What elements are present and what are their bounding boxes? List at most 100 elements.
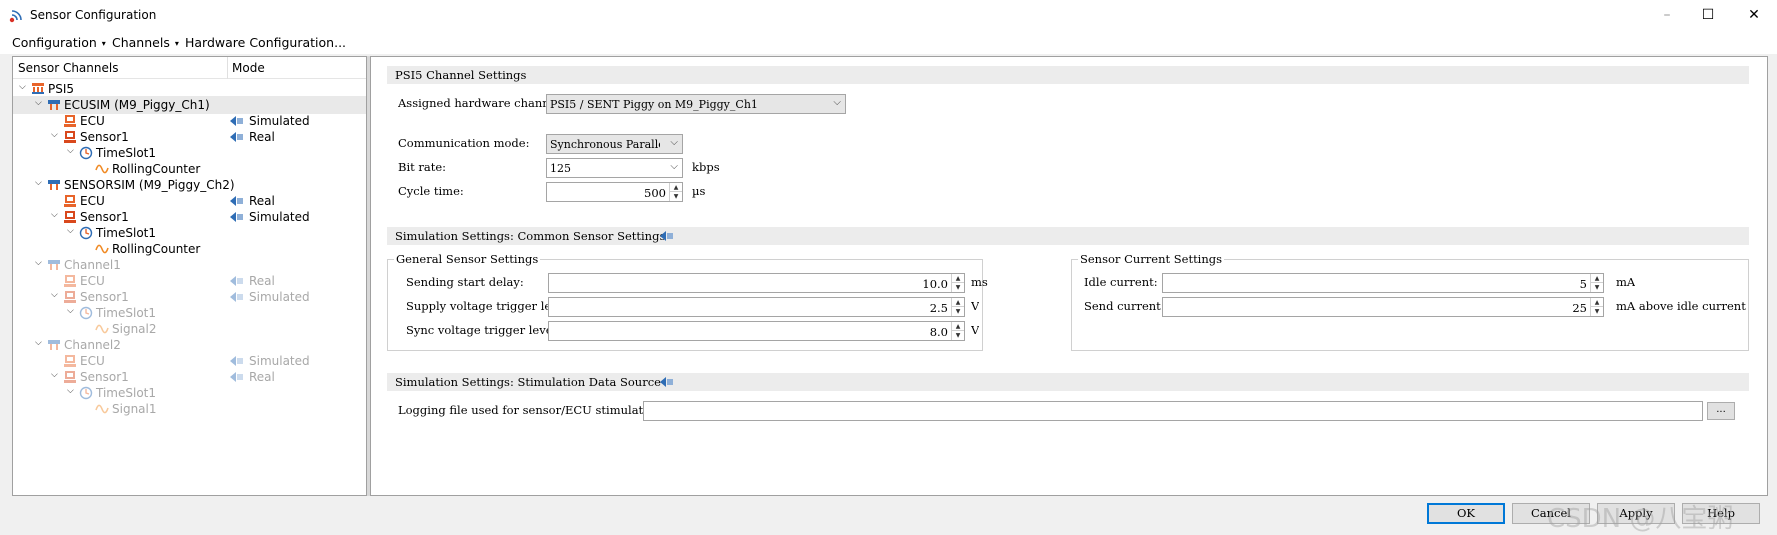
supply-trigger-value: 2.5 <box>929 301 948 315</box>
send-current-spinbox[interactable]: 25 ▲ ▼ <box>1162 297 1604 317</box>
expand-chevron-icon[interactable]: ⌵ <box>35 338 45 348</box>
ecu-icon <box>63 194 77 208</box>
window-title: Sensor Configuration <box>30 8 157 22</box>
spin-buttons: ▲ ▼ <box>951 298 964 316</box>
menu-channels[interactable]: Channels ▾ <box>112 35 179 50</box>
expand-chevron-icon[interactable]: ⌵ <box>67 386 77 396</box>
column-header-channels[interactable]: Sensor Channels <box>18 61 118 75</box>
supply-trigger-unit: V <box>971 299 980 313</box>
expand-chevron-icon[interactable]: ⌵ <box>51 370 61 380</box>
logfile-input[interactable] <box>643 401 1703 421</box>
spin-down-icon[interactable]: ▼ <box>952 331 964 340</box>
tree-item-label: ECUSIM (M9_Piggy_Ch1) <box>64 98 210 112</box>
tree-item-mode: Simulated <box>249 354 310 368</box>
send-delay-spinbox[interactable]: 10.0 ▲ ▼ <box>548 273 965 293</box>
spin-down-icon[interactable]: ▼ <box>1591 283 1603 292</box>
close-button[interactable]: ✕ <box>1731 0 1777 30</box>
spin-up-icon[interactable]: ▲ <box>952 274 964 283</box>
spin-buttons: ▲ ▼ <box>1590 274 1603 292</box>
column-separator[interactable] <box>227 57 228 79</box>
expand-chevron-icon[interactable]: ⌵ <box>67 146 77 156</box>
stimulation-settings-header: Simulation Settings: Stimulation Data So… <box>387 373 1749 391</box>
mode-icon <box>229 275 245 287</box>
idle-current-unit: mA <box>1616 275 1636 289</box>
minimize-button[interactable]: – <box>1644 0 1690 30</box>
spin-buttons: ▲ ▼ <box>1590 298 1603 316</box>
expand-chevron-icon[interactable]: ⌵ <box>35 178 45 188</box>
comm-mode-value: Synchronous Paralle <box>550 138 660 151</box>
send-delay-unit: ms <box>971 275 988 289</box>
menu-hardware-configuration[interactable]: Hardware Configuration... <box>185 35 346 50</box>
expand-chevron-icon[interactable]: ⌵ <box>67 226 77 236</box>
expand-chevron-icon[interactable]: ⌵ <box>51 130 61 140</box>
bit-rate-value: 125 <box>550 162 571 175</box>
bit-rate-select[interactable]: 125 ⌵ <box>546 158 683 178</box>
tree-item-label: ECU <box>80 194 105 208</box>
tree-item-label: ECU <box>80 274 105 288</box>
menu-configuration-label: Configuration <box>12 35 97 50</box>
expand-chevron-icon[interactable]: ⌵ <box>19 82 29 92</box>
spin-up-icon[interactable]: ▲ <box>952 298 964 307</box>
browse-button[interactable]: ... <box>1707 402 1735 420</box>
spin-up-icon[interactable]: ▲ <box>1591 274 1603 283</box>
sensor-icon <box>63 370 77 384</box>
tree-item-mode: Real <box>249 130 275 144</box>
menu-configuration[interactable]: Configuration ▾ <box>12 35 106 50</box>
send-current-unit: mA above idle current <box>1616 299 1746 313</box>
bit-rate-label: Bit rate: <box>398 160 447 174</box>
sync-trigger-spinbox[interactable]: 8.0 ▲ ▼ <box>548 321 965 341</box>
timeslot-icon <box>79 226 93 240</box>
sync-trigger-unit: V <box>971 323 980 337</box>
sync-trigger-label: Sync voltage trigger leve <box>406 323 548 337</box>
mode-icon <box>229 355 245 367</box>
supply-trigger-label: Supply voltage trigger le <box>406 299 548 313</box>
tree-item-label: Channel1 <box>64 258 121 272</box>
menu-bar: Configuration ▾ Channels ▾ Hardware Config… <box>0 30 1777 54</box>
hw-channel-select[interactable]: PSI5 / SENT Piggy on M9_Piggy_Ch1 ⌵ <box>546 94 846 114</box>
tree-item-label: TimeSlot1 <box>96 146 156 160</box>
tree-item-label: RollingCounter <box>112 162 201 176</box>
spin-up-icon[interactable]: ▲ <box>952 322 964 331</box>
send-current-label: Send current: <box>1084 299 1162 313</box>
cycle-time-label: Cycle time: <box>398 184 464 198</box>
mode-icon <box>229 115 245 127</box>
simulation-mode-icon <box>660 377 673 387</box>
idle-current-label: Idle current: <box>1084 275 1158 289</box>
spin-down-icon[interactable]: ▼ <box>952 283 964 292</box>
hw-channel-value: PSI5 / SENT Piggy on M9_Piggy_Ch1 <box>550 98 758 111</box>
tree-item-label: ECU <box>80 354 105 368</box>
expand-chevron-icon[interactable]: ⌵ <box>35 258 45 268</box>
spin-up-icon[interactable]: ▲ <box>1591 298 1603 307</box>
tree-item[interactable]: Signal1 <box>13 400 366 418</box>
supply-trigger-spinbox[interactable]: 2.5 ▲ ▼ <box>548 297 965 317</box>
tree-item-label: RollingCounter <box>112 242 201 256</box>
channel-icon <box>47 338 61 352</box>
spin-down-icon[interactable]: ▼ <box>670 192 682 201</box>
expand-chevron-icon[interactable]: ⌵ <box>35 98 45 108</box>
ok-button[interactable]: OK <box>1427 503 1505 524</box>
sensor-channels-tree[interactable]: Sensor Channels Mode ⌵ PSI5 ⌵ ECUSIM (M9_Pi… <box>12 56 367 496</box>
ecu-icon <box>63 274 77 288</box>
spin-down-icon[interactable]: ▼ <box>952 307 964 316</box>
spin-up-icon[interactable]: ▲ <box>670 183 682 192</box>
maximize-button[interactable]: ☐ <box>1685 0 1731 30</box>
expand-chevron-icon[interactable]: ⌵ <box>67 306 77 316</box>
channel-icon <box>47 98 61 112</box>
tree-item-mode: Simulated <box>249 290 310 304</box>
spin-buttons: ▲ ▼ <box>951 274 964 292</box>
watermark: CSDN @八宝粥 <box>1547 504 1734 534</box>
mode-icon <box>229 131 245 143</box>
sensor-current-title: Sensor Current Settings <box>1078 252 1225 266</box>
general-sensor-title: General Sensor Settings <box>394 252 541 266</box>
tree-item-label: TimeSlot1 <box>96 306 156 320</box>
expand-chevron-icon[interactable]: ⌵ <box>51 290 61 300</box>
column-header-mode[interactable]: Mode <box>232 61 265 75</box>
comm-mode-select[interactable]: Synchronous Paralle ⌵ <box>546 134 683 154</box>
idle-current-spinbox[interactable]: 5 ▲ ▼ <box>1162 273 1604 293</box>
simulation-mode-icon <box>660 231 673 241</box>
cycle-time-value: 500 <box>644 186 666 200</box>
spin-down-icon[interactable]: ▼ <box>1591 307 1603 316</box>
expand-chevron-icon[interactable]: ⌵ <box>51 210 61 220</box>
cycle-time-spinbox[interactable]: 500 ▲ ▼ <box>546 182 683 202</box>
tree-item-mode: Real <box>249 370 275 384</box>
